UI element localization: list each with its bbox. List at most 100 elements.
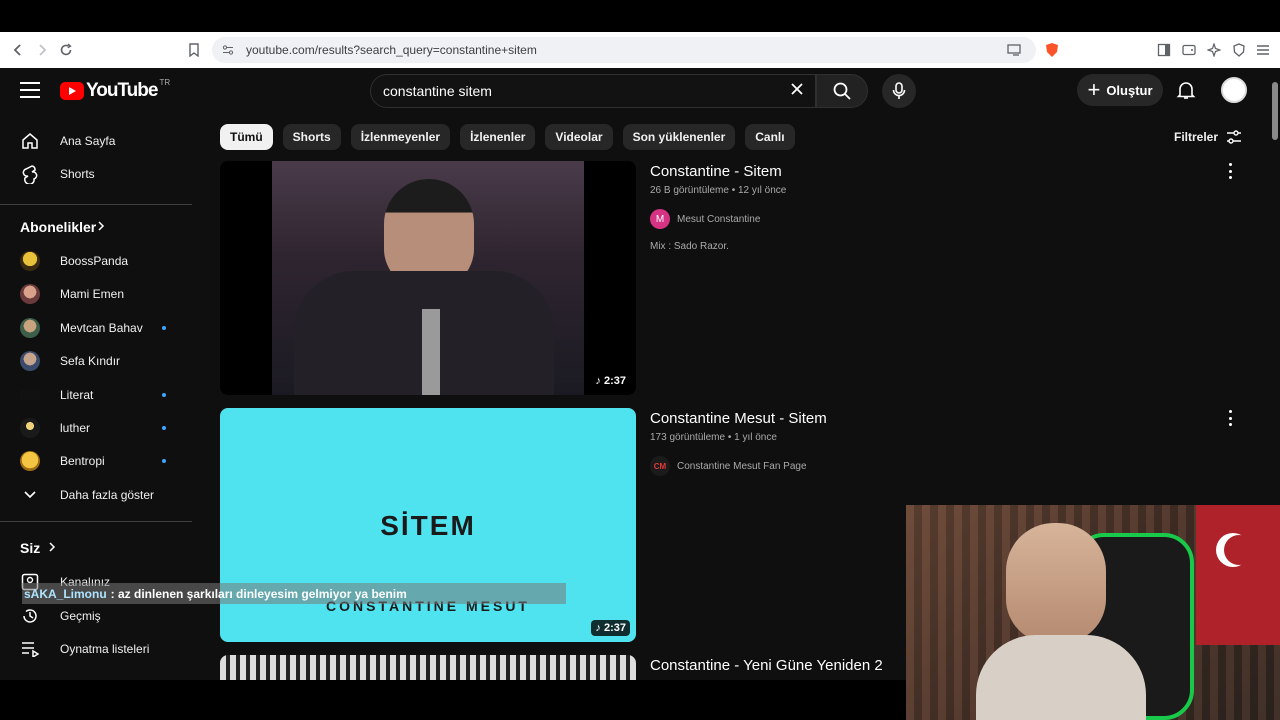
sidebar-item-subscription[interactable]: Mami Emen	[0, 277, 192, 311]
sidebar-item-label: Sefa Kındır	[60, 354, 121, 368]
cast-icon[interactable]	[1002, 38, 1026, 62]
video-description: Mix : Sado Razor.	[650, 241, 729, 252]
country-code: TR	[159, 77, 171, 87]
subscriptions-header[interactable]: Abonelikler	[0, 210, 192, 244]
sidebar-divider	[0, 521, 192, 522]
playlist-icon	[20, 639, 40, 659]
create-button[interactable]: + Oluştur	[1077, 74, 1163, 106]
video-result[interactable]: ♪ 2:37 Constantine - Sitem 26 B görüntül…	[220, 161, 1260, 395]
video-thumbnail[interactable]	[220, 655, 636, 680]
video-title[interactable]: Constantine - Yeni Güne Yeniden 2	[650, 657, 883, 674]
stream-chat-overlay: sAKA_Limonu : az dinlenen şarkıları dinl…	[22, 583, 566, 604]
video-thumbnail[interactable]: SİTEM CONSTANTINE MESUT ♪ 2:37	[220, 408, 636, 642]
leo-ai-icon[interactable]	[1202, 38, 1226, 62]
bookmark-icon[interactable]	[182, 38, 206, 62]
clear-search-icon[interactable]	[790, 80, 804, 101]
account-avatar[interactable]	[1221, 77, 1247, 103]
channel-avatar	[20, 351, 40, 371]
chat-username: sAKA_Limonu	[24, 586, 107, 601]
you-title: Siz	[20, 540, 41, 556]
sidebar-item-home[interactable]: Ana Sayfa	[0, 124, 192, 158]
sidebar-item-shorts[interactable]: Shorts	[0, 157, 192, 191]
new-content-dot	[162, 426, 166, 430]
youtube-logo[interactable]: YouTube TR	[60, 77, 171, 102]
video-meta: 26 B görüntüleme • 12 yıl önce	[650, 185, 787, 196]
sidebar-item-label: Daha fazla göster	[60, 488, 155, 502]
sidebar-item-history[interactable]: Geçmiş	[0, 599, 192, 633]
sidebar-item-label: Ana Sayfa	[60, 134, 116, 148]
chip-shorts[interactable]: Shorts	[282, 124, 341, 150]
thumbnail-title: SİTEM	[380, 510, 476, 541]
url-text: youtube.com/results?search_query=constan…	[246, 43, 537, 57]
video-title[interactable]: Constantine Mesut - Sitem	[650, 410, 827, 427]
wallet-icon[interactable]	[1177, 38, 1201, 62]
site-settings-icon[interactable]	[222, 44, 234, 56]
channel-avatar	[20, 390, 40, 400]
channel-link[interactable]: M Mesut Constantine	[650, 209, 760, 229]
new-content-dot	[162, 393, 166, 397]
back-icon[interactable]	[6, 38, 30, 62]
sidebar-item-show-more[interactable]: Daha fazla göster	[0, 478, 192, 512]
sidebar-item-label: Shorts	[60, 167, 95, 181]
streamer-face	[1006, 523, 1106, 643]
channel-avatar: M	[650, 209, 670, 229]
chip-recently-uploaded[interactable]: Son yüklenenler	[622, 124, 736, 150]
you-header[interactable]: Siz	[0, 531, 192, 565]
sidebar-item-subscription[interactable]: BoossPanda	[0, 244, 192, 278]
new-content-dot	[162, 459, 166, 463]
chip-watched[interactable]: İzlenenler	[460, 124, 536, 150]
channel-name: Mesut Constantine	[677, 213, 761, 225]
sliders-icon	[1226, 130, 1242, 144]
youtube-play-icon	[60, 82, 84, 100]
notifications-bell-icon[interactable]	[1176, 80, 1196, 100]
channel-link[interactable]: CM Constantine Mesut Fan Page	[650, 456, 807, 476]
chevron-right-icon	[97, 218, 105, 236]
brave-shield-icon[interactable]	[1040, 38, 1064, 62]
chip-unwatched[interactable]: İzlenmeyenler	[350, 124, 451, 150]
search-button[interactable]	[816, 74, 868, 108]
more-actions-icon[interactable]	[1226, 163, 1234, 179]
sidebar-item-label: Bentropi	[60, 454, 105, 468]
streamer-shirt	[976, 635, 1146, 720]
filter-chips: Tümü Shorts İzlenmeyenler İzlenenler Vid…	[220, 124, 795, 150]
filters-button[interactable]: Filtreler	[1174, 130, 1242, 144]
sidebar-item-label: Oynatma listeleri	[60, 642, 150, 656]
chip-videos[interactable]: Videolar	[545, 124, 613, 150]
browser-toolbar: youtube.com/results?search_query=constan…	[0, 32, 1280, 68]
guide-menu-icon[interactable]	[20, 82, 40, 98]
logo-text: YouTube	[86, 80, 158, 101]
home-icon	[20, 131, 40, 151]
search-input[interactable]: constantine sitem	[370, 74, 816, 108]
shorts-icon	[20, 164, 40, 184]
more-actions-icon[interactable]	[1226, 410, 1234, 426]
chip-live[interactable]: Canlı	[745, 124, 795, 150]
channel-avatar	[20, 284, 40, 304]
video-thumbnail[interactable]: ♪ 2:37	[220, 161, 636, 395]
sidebar-item-playlists[interactable]: Oynatma listeleri	[0, 632, 192, 666]
plus-icon: +	[1087, 77, 1101, 102]
sidebar-item-label: BoossPanda	[60, 254, 129, 268]
voice-search-button[interactable]	[882, 74, 916, 108]
sidebar-item-subscription[interactable]: Bentropi	[0, 444, 192, 478]
subscriptions-title: Abonelikler	[20, 219, 97, 235]
microphone-icon	[892, 82, 906, 100]
menu-icon[interactable]	[1251, 38, 1275, 62]
history-icon	[20, 606, 40, 626]
vpn-icon[interactable]	[1227, 38, 1251, 62]
video-title[interactable]: Constantine - Sitem	[650, 163, 782, 180]
sidebar-item-subscription[interactable]: Literat	[0, 378, 192, 412]
address-bar[interactable]: youtube.com/results?search_query=constan…	[212, 37, 1036, 63]
duration-badge: ♪ 2:37	[591, 620, 630, 636]
forward-icon[interactable]	[30, 38, 54, 62]
sidebar-toggle-icon[interactable]	[1152, 38, 1176, 62]
sidebar-item-subscription[interactable]: Mevtcan Bahav	[0, 311, 192, 345]
create-label: Oluştur	[1106, 82, 1153, 98]
search-query: constantine sitem	[383, 83, 492, 99]
channel-avatar	[20, 251, 40, 271]
sidebar-item-label: Literat	[60, 388, 94, 402]
sidebar-item-subscription[interactable]: luther	[0, 411, 192, 445]
sidebar-item-subscription[interactable]: Sefa Kındır	[0, 344, 192, 378]
scrollbar-thumb[interactable]	[1272, 82, 1278, 140]
reload-icon[interactable]	[54, 38, 78, 62]
chip-all[interactable]: Tümü	[220, 124, 273, 150]
